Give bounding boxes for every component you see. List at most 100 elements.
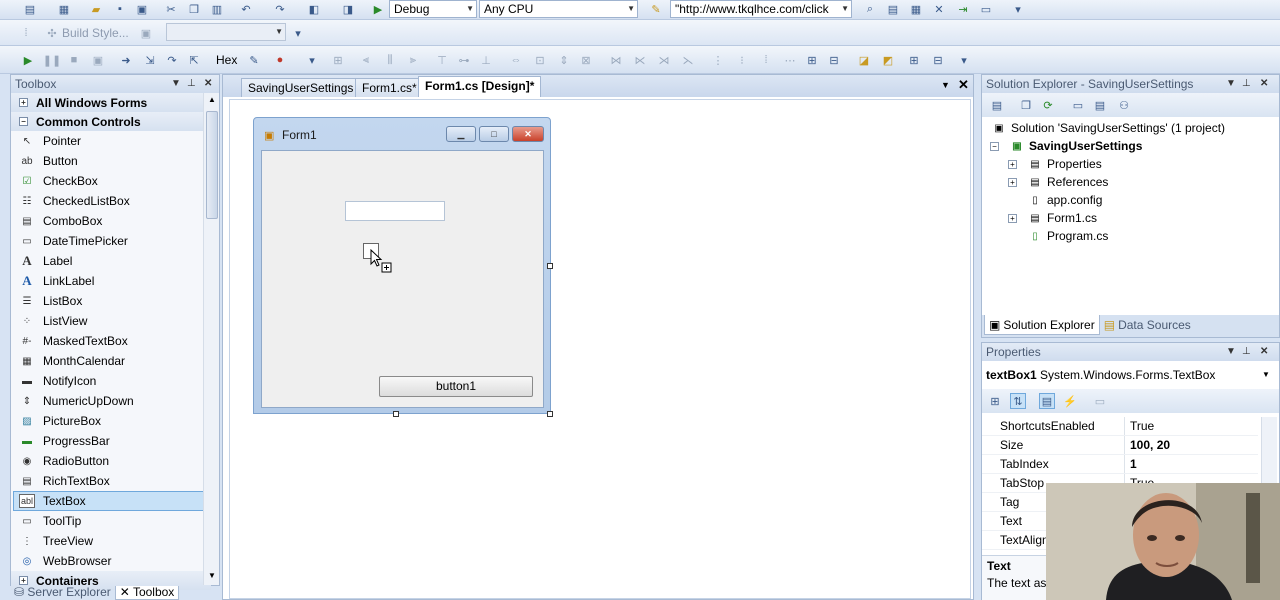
remove-horizontal-spacing-icon[interactable]: ⋋: [680, 52, 696, 68]
increase-vertical-spacing-icon[interactable]: ⁝: [734, 52, 750, 68]
start-page-icon[interactable]: ⇥: [955, 1, 971, 17]
close-document-icon[interactable]: ✕: [958, 77, 969, 93]
center-vertically-icon[interactable]: ⊟: [826, 52, 842, 68]
tree-solution[interactable]: ▣ Solution 'SavingUserSettings' (1 projec…: [992, 119, 1225, 137]
window-position-icon[interactable]: ▼: [1226, 78, 1236, 89]
scroll-down-icon[interactable]: ▼: [208, 571, 216, 580]
show-next-statement-icon[interactable]: ➜: [118, 52, 134, 68]
tree-item-program-cs[interactable]: ▯ Program.cs: [1028, 227, 1108, 245]
navigate-forward-icon[interactable]: ◨: [340, 1, 356, 17]
refresh-icon[interactable]: ⟳: [1040, 97, 1056, 113]
paste-icon[interactable]: ▥: [209, 1, 225, 17]
collapse-icon[interactable]: −: [990, 142, 999, 151]
toolbox-icon[interactable]: ✕: [931, 1, 947, 17]
copy-icon[interactable]: ❐: [186, 1, 202, 17]
resize-grip-corner[interactable]: [547, 411, 553, 417]
tab-form1-code[interactable]: Form1.cs*: [355, 78, 424, 97]
tree-item-properties[interactable]: ▤ Properties: [1028, 155, 1101, 173]
build-style-button[interactable]: Build Style...: [62, 26, 129, 40]
categorized-icon[interactable]: ⊞: [987, 393, 1003, 409]
toolbox-item-notifyicon[interactable]: ▬ NotifyIcon: [11, 371, 211, 391]
collapse-icon[interactable]: −: [19, 117, 28, 126]
align-middles-icon[interactable]: ⊶: [456, 52, 472, 68]
make-same-size-icon[interactable]: ⊠: [578, 52, 594, 68]
redo-icon[interactable]: ↷: [272, 1, 288, 17]
tab-solution-explorer[interactable]: ▣ Solution Explorer: [984, 315, 1100, 335]
expand-icon[interactable]: +: [1008, 214, 1017, 223]
align-to-grid-icon[interactable]: ⊞: [330, 52, 346, 68]
toolbox-item-richtextbox[interactable]: ▤ RichTextBox: [11, 471, 211, 491]
property-value[interactable]: 100, 20: [1125, 436, 1258, 454]
resize-grip-bottom[interactable]: [393, 411, 399, 417]
toolbar-options-icon[interactable]: ▾: [304, 52, 320, 68]
category-all-windows-forms[interactable]: + All Windows Forms: [11, 93, 211, 112]
form1-client-area[interactable]: button1: [261, 150, 544, 408]
align-rights-icon[interactable]: ⫸: [405, 52, 421, 68]
toolbox-item-combobox[interactable]: ▤ ComboBox: [11, 211, 211, 231]
toolbox-item-checkbox[interactable]: ☑ CheckBox: [11, 171, 211, 191]
solution-configuration-combo[interactable]: Debug ▼: [389, 0, 477, 18]
auto-hide-pin-icon[interactable]: ⊥: [1242, 78, 1251, 89]
toolbox-item-label[interactable]: A Label: [11, 251, 211, 271]
toolbox-item-treeview[interactable]: ⋮ TreeView: [11, 531, 211, 551]
make-same-width-icon[interactable]: ⇔: [508, 52, 524, 68]
find-combo[interactable]: "http://www.tkqlhce.com/click ▼: [670, 0, 852, 18]
step-out-icon[interactable]: ⇱: [186, 52, 202, 68]
toolbox-item-listbox[interactable]: ☰ ListBox: [11, 291, 211, 311]
toolbox-item-webbrowser[interactable]: ◎ WebBrowser: [11, 551, 211, 571]
continue-icon[interactable]: ▶: [20, 52, 36, 68]
solution-platform-combo[interactable]: Any CPU ▼: [479, 0, 638, 18]
vertical-spacing-equal-icon[interactable]: ⋮: [710, 52, 726, 68]
tab-server-explorer[interactable]: ⛁ Server Explorer: [10, 586, 115, 600]
property-pages-icon[interactable]: ▭: [1092, 393, 1108, 409]
align-centers-icon[interactable]: ⫼: [382, 52, 398, 68]
increase-horizontal-spacing-icon[interactable]: ⋉: [632, 52, 648, 68]
tab-data-sources[interactable]: ▤ Data Sources: [1100, 315, 1195, 335]
save-all-icon[interactable]: ▣: [134, 1, 150, 17]
size-to-grid-icon[interactable]: ⊡: [532, 52, 548, 68]
tree-item-form1-cs[interactable]: ▤ Form1.cs: [1028, 209, 1097, 227]
restart-icon[interactable]: ▣: [90, 52, 106, 68]
command-window-icon[interactable]: ▭: [978, 1, 994, 17]
toolbox-item-monthcalendar[interactable]: ▦ MonthCalendar: [11, 351, 211, 371]
properties-icon[interactable]: ▤: [989, 97, 1005, 113]
lock-controls-icon[interactable]: ⊟: [930, 52, 946, 68]
find-icon[interactable]: ⌕: [862, 1, 878, 17]
send-to-back-icon[interactable]: ◩: [880, 52, 896, 68]
form-design-surface[interactable]: ▣ Form1 ▁ □ ✕ button1: [229, 99, 971, 599]
maximize-icon[interactable]: □: [479, 126, 509, 142]
toolbox-item-checkedlistbox[interactable]: ☷ CheckedListBox: [11, 191, 211, 211]
horizontal-spacing-equal-icon[interactable]: ⋈: [608, 52, 624, 68]
toolbox-item-progressbar[interactable]: ▬ ProgressBar: [11, 431, 211, 451]
open-file-icon[interactable]: ▰: [88, 1, 104, 17]
expand-icon[interactable]: +: [1008, 178, 1017, 187]
close-icon[interactable]: ✕: [512, 126, 544, 142]
tab-form1-design[interactable]: Form1.cs [Design]*: [418, 76, 542, 97]
center-horizontally-icon[interactable]: ⊞: [804, 52, 820, 68]
close-icon[interactable]: ✕: [1260, 346, 1268, 357]
start-debugging-icon[interactable]: ▶: [370, 1, 386, 17]
step-over-icon[interactable]: ↷: [164, 52, 180, 68]
align-tops-icon[interactable]: ⊤: [434, 52, 450, 68]
align-bottoms-icon[interactable]: ⊥: [478, 52, 494, 68]
bring-to-front-icon[interactable]: ◪: [856, 52, 872, 68]
minimize-icon[interactable]: ▁: [446, 126, 476, 142]
step-into-icon[interactable]: ⇲: [142, 52, 158, 68]
expand-icon[interactable]: +: [19, 576, 28, 585]
toolbox-item-button[interactable]: ab Button: [11, 151, 211, 171]
tree-project[interactable]: ▣ SavingUserSettings: [1010, 137, 1142, 155]
solution-explorer-icon[interactable]: ▤: [885, 1, 901, 17]
toolbox-item-numericupdown[interactable]: ⇕ NumericUpDown: [11, 391, 211, 411]
property-value[interactable]: 1: [1125, 455, 1258, 473]
navigate-backward-icon[interactable]: ◧: [306, 1, 322, 17]
auto-hide-pin-icon[interactable]: ⊥: [1242, 346, 1251, 357]
tree-item-references[interactable]: ▤ References: [1028, 173, 1108, 191]
toolbox-item-radiobutton[interactable]: ◉ RadioButton: [11, 451, 211, 471]
scrollbar-thumb[interactable]: [206, 111, 218, 219]
align-lefts-icon[interactable]: ⫷: [358, 52, 374, 68]
toolbox-item-maskedtextbox[interactable]: #- MaskedTextBox: [11, 331, 211, 351]
alphabetical-icon[interactable]: ⇅: [1010, 393, 1026, 409]
hex-display-button[interactable]: Hex: [216, 53, 237, 67]
textbox1-control[interactable]: [345, 201, 445, 221]
remove-vertical-spacing-icon[interactable]: ⋯: [782, 52, 798, 68]
